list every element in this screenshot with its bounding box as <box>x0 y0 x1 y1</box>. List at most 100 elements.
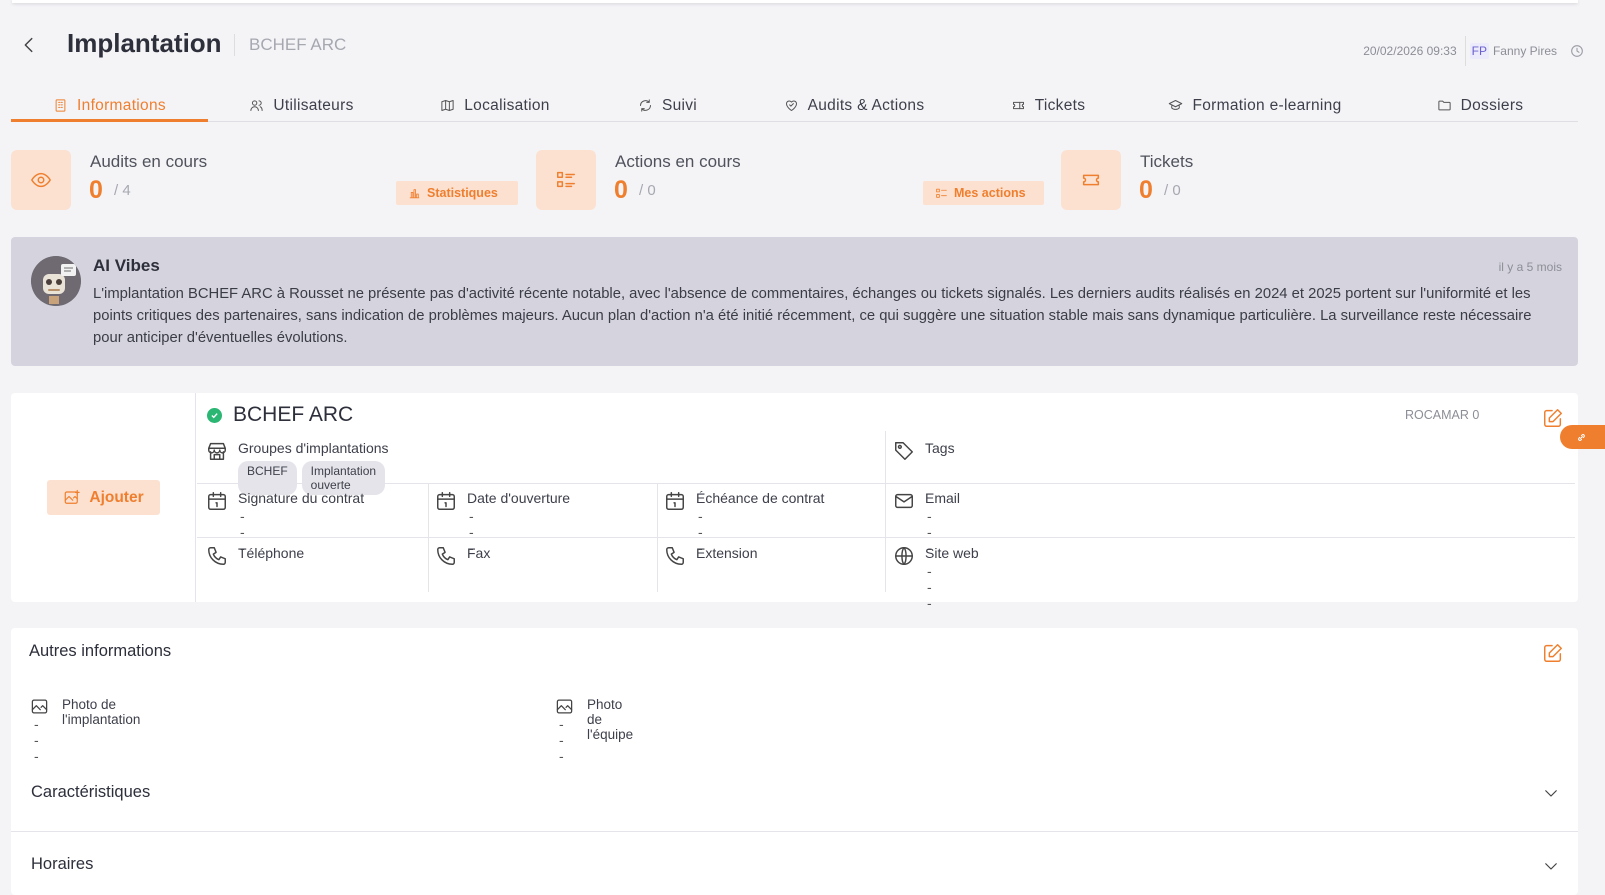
opening-date-label: Date d'ouverture <box>467 490 571 506</box>
other-info-card: Autres informations Photo de l'implantat… <box>11 628 1578 895</box>
audits-total: / 4 <box>114 182 131 199</box>
tab-label: Localisation <box>464 96 550 114</box>
extension-label: Extension <box>696 545 758 561</box>
graduation-cap-icon <box>1168 98 1183 113</box>
tag-icon <box>893 440 915 462</box>
phone-label: Téléphone <box>238 545 305 561</box>
other-info-title: Autres informations <box>29 642 172 660</box>
image-icon <box>30 697 49 716</box>
col-divider <box>885 483 886 592</box>
page-title: Implantation <box>67 28 222 58</box>
building-icon <box>53 98 68 113</box>
folder-icon <box>1437 98 1452 113</box>
tab-audits-actions[interactable]: Audits & Actions <box>740 90 968 121</box>
website-value: --- <box>927 563 933 611</box>
tab-localisation[interactable]: Localisation <box>395 90 595 121</box>
map-icon <box>440 98 455 113</box>
mail-icon <box>893 490 915 512</box>
calendar-icon <box>664 490 686 512</box>
add-image-button[interactable]: Ajouter <box>47 480 160 515</box>
history-icon[interactable] <box>1569 43 1585 59</box>
col-divider <box>657 483 658 592</box>
email-label: Email <box>925 490 961 506</box>
link-icon <box>1578 433 1585 441</box>
edit-icon[interactable] <box>1542 407 1564 429</box>
store-icon <box>206 440 228 462</box>
statistics-button[interactable]: Statistiques <box>396 181 518 205</box>
ticket-icon <box>1011 98 1026 113</box>
last-update-datetime: 20/02/2026 09:33 <box>1363 44 1457 58</box>
tab-dossiers[interactable]: Dossiers <box>1382 90 1578 121</box>
tab-formation-elearning[interactable]: Formation e-learning <box>1128 90 1382 121</box>
team-photo-label: Photo de l'équipe <box>587 697 634 742</box>
site-photo-label: Photo de l'implantation <box>62 697 141 727</box>
image-pane: Ajouter <box>11 393 196 602</box>
implantation-code: ROCAMAR 0 <box>1405 408 1480 422</box>
image-add-icon <box>65 489 81 504</box>
page-subtitle: BCHEF ARC <box>249 35 347 54</box>
robot-avatar-icon <box>31 256 81 306</box>
groups-label: Groupes d'implantations <box>238 440 389 456</box>
signature-label: Signature du contrat <box>238 490 365 506</box>
list-icon <box>536 150 596 210</box>
fax-label: Fax <box>467 545 491 561</box>
actions-label: Actions en cours <box>615 152 741 171</box>
row-divider <box>197 483 1575 484</box>
ai-timestamp: il y a 5 mois <box>1498 260 1562 274</box>
phone-icon <box>206 545 228 567</box>
characteristics-accordion[interactable]: Caractéristiques <box>11 752 1578 822</box>
phone-icon <box>435 545 457 567</box>
calendar-icon <box>206 490 228 512</box>
page-header: Implantation BCHEF ARC 20/02/2026 09:33 … <box>0 24 1605 66</box>
tab-suivi[interactable]: Suivi <box>595 90 740 121</box>
audits-label: Audits en cours <box>90 152 208 171</box>
chevron-down-icon[interactable] <box>1542 784 1560 802</box>
contract-deadline-label: Échéance de contrat <box>696 490 825 506</box>
tab-label: Tickets <box>1034 96 1086 114</box>
ticket-icon <box>1061 150 1121 210</box>
hours-accordion[interactable]: Horaires <box>11 832 1578 895</box>
back-arrow-icon[interactable] <box>18 34 40 56</box>
image-icon <box>555 697 574 716</box>
title-divider <box>234 34 235 56</box>
tab-tickets[interactable]: Tickets <box>968 90 1128 121</box>
chevron-down-icon[interactable] <box>1542 857 1560 875</box>
tab-label: Audits & Actions <box>807 96 925 114</box>
tab-label: Formation e-learning <box>1192 96 1342 114</box>
refresh-icon <box>638 98 653 113</box>
eye-icon <box>11 150 71 210</box>
implantation-name: BCHEF ARC <box>233 403 354 426</box>
edit-icon[interactable] <box>1542 642 1564 664</box>
tickets-label: Tickets <box>1140 152 1194 171</box>
calendar-icon <box>435 490 457 512</box>
tab-label: Utilisateurs <box>273 96 354 114</box>
characteristics-title: Caractéristiques <box>31 783 151 801</box>
ai-vibes-panel: AI Vibes il y a 5 mois L'implantation BC… <box>11 237 1578 366</box>
tab-label: Suivi <box>661 96 698 114</box>
heart-check-icon <box>784 98 799 113</box>
tickets-total: / 0 <box>1164 182 1181 199</box>
implantation-card: Ajouter BCHEF ARC ROCAMAR 0 Groupes d'im… <box>11 393 1578 611</box>
tab-informations[interactable]: Informations <box>11 90 208 122</box>
statistics-button-label: Statistiques <box>427 186 498 200</box>
tab-utilisateurs[interactable]: Utilisateurs <box>208 90 395 121</box>
meta-divider <box>1464 36 1466 66</box>
website-label: Site web <box>925 545 979 561</box>
status-check-icon <box>207 408 222 423</box>
my-actions-button[interactable]: Mes actions <box>923 181 1044 205</box>
bar-chart-icon <box>409 188 420 198</box>
side-link-tab[interactable] <box>1560 425 1605 449</box>
phone-icon <box>664 545 686 567</box>
users-icon <box>249 98 264 113</box>
list-icon <box>936 188 947 198</box>
col-divider <box>885 431 886 483</box>
globe-icon <box>893 545 915 567</box>
tab-label: Dossiers <box>1460 96 1524 114</box>
top-bar-edge <box>12 0 1578 3</box>
actions-total: / 0 <box>639 182 656 199</box>
user-name: Fanny Pires <box>1492 44 1557 58</box>
audits-value: 0 <box>89 176 103 204</box>
hours-title: Horaires <box>31 855 94 873</box>
actions-value: 0 <box>614 176 628 204</box>
tickets-value: 0 <box>1139 176 1153 204</box>
